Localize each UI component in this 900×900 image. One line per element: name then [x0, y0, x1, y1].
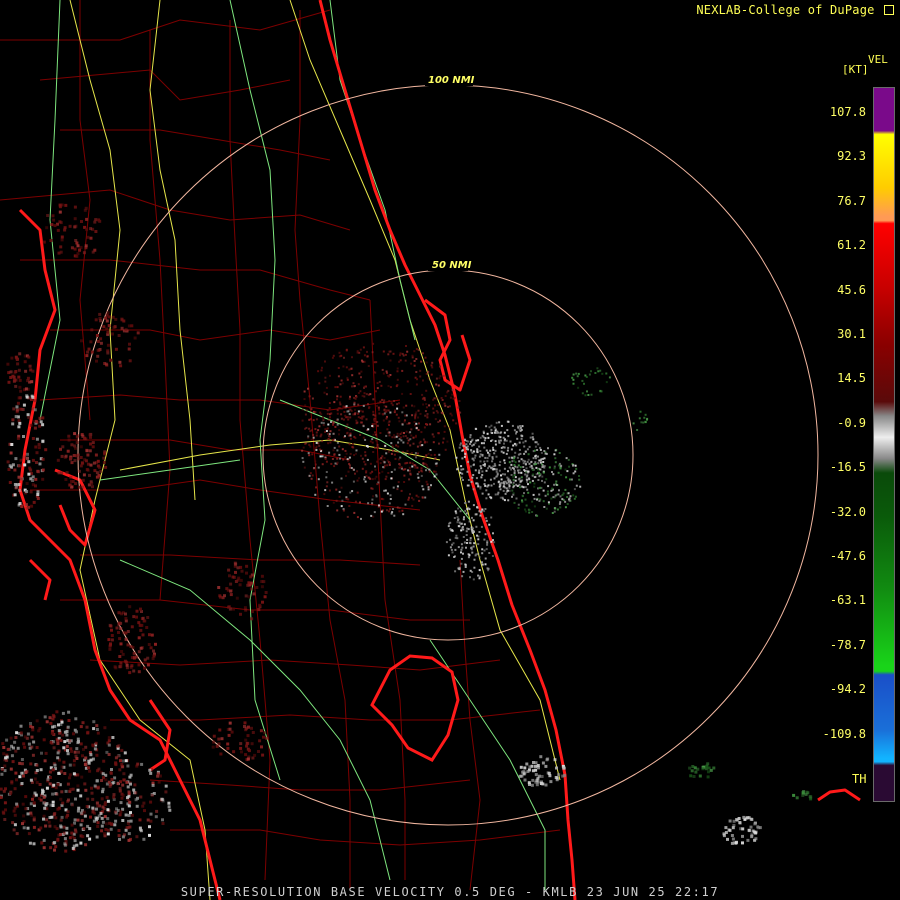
legend-product: VEL: [868, 53, 888, 66]
product-caption: SUPER-RESOLUTION BASE VELOCITY 0.5 DEG -…: [180, 885, 720, 899]
legend-tick: -32.0: [829, 504, 866, 519]
legend-tick: -0.9: [837, 415, 866, 430]
legend-tick: -16.5: [829, 460, 866, 475]
ring-label-50: 50 NMI: [432, 260, 472, 271]
legend-tick: 107.8: [829, 105, 866, 119]
legend-tick: 76.7: [837, 193, 866, 208]
th-label: TH: [852, 772, 867, 786]
legend-tick: 14.5: [837, 371, 866, 386]
legend-tick: -63.1: [829, 593, 866, 608]
nexlab-credit[interactable]: NEXLAB-College of DuPage: [696, 3, 894, 17]
legend-tick: 92.3: [837, 149, 866, 164]
legend-unit: [KT]: [842, 63, 869, 76]
legend-tick: 45.6: [837, 282, 866, 297]
ring-label-100: 100 NMI: [428, 75, 475, 86]
legend-tick: 30.1: [837, 327, 866, 341]
legend-tick: -78.7: [829, 637, 866, 652]
legend-tick: 61.2: [837, 238, 866, 253]
arrow-icon: [884, 5, 894, 15]
velocity-color-bar: [873, 87, 895, 802]
credit-text: NEXLAB-College of DuPage: [696, 3, 875, 17]
legend-tick: -94.2: [829, 682, 866, 697]
legend-tick: -47.6: [829, 549, 866, 563]
legend-tick: -109.8: [822, 726, 866, 741]
radar-map: 50 NMI 100 NMI: [0, 0, 900, 900]
